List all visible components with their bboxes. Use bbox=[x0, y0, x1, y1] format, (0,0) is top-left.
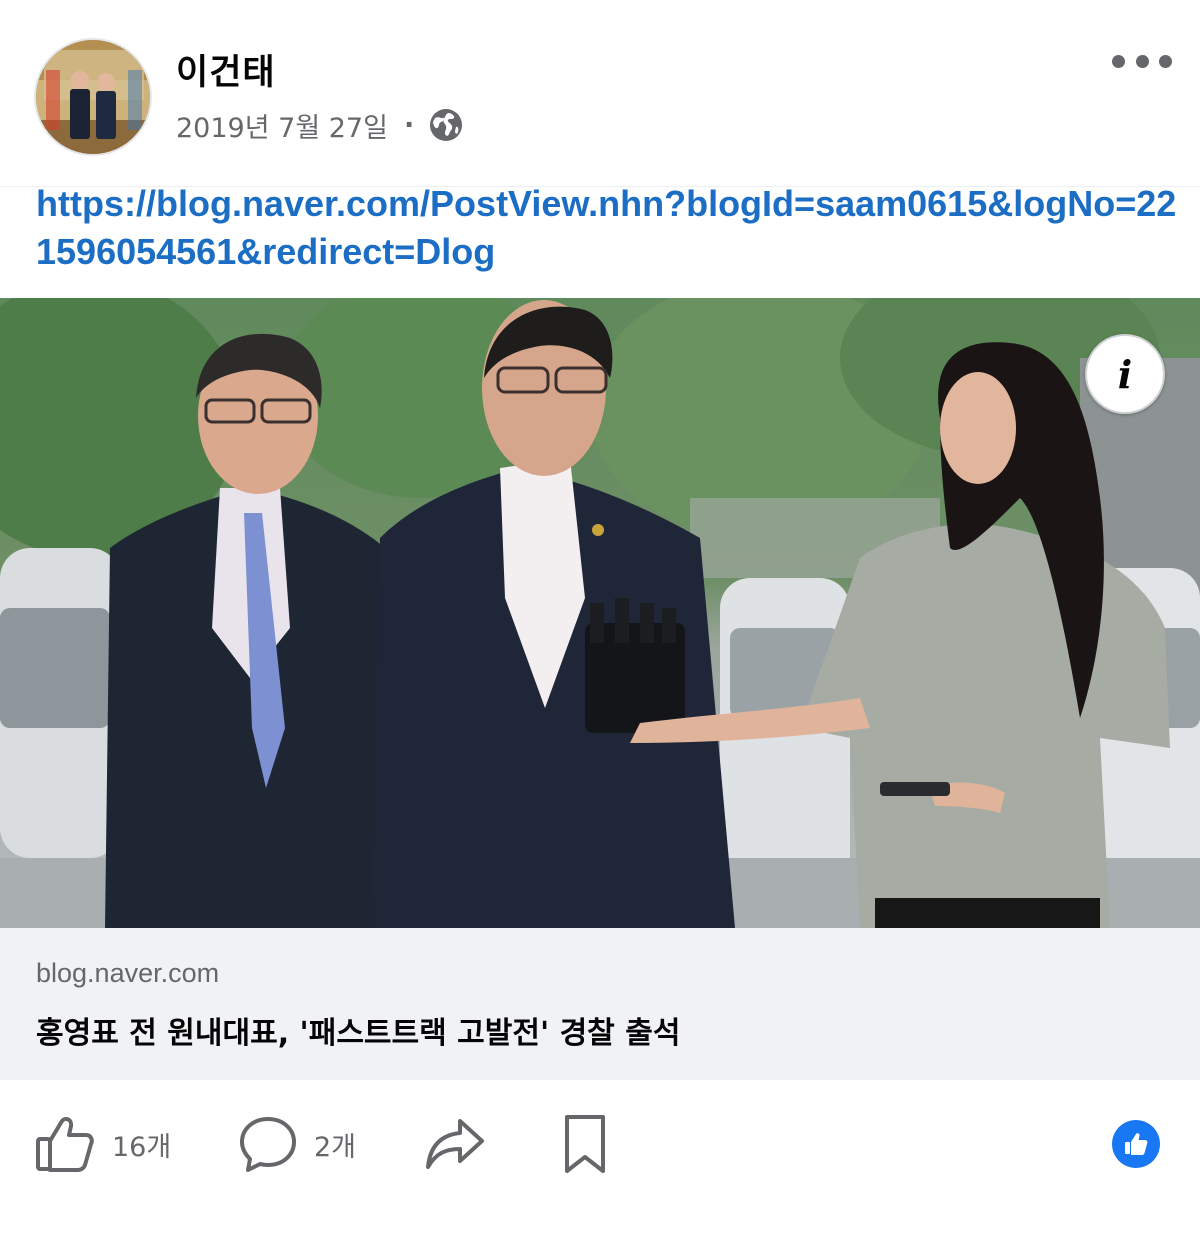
thumbs-up-icon bbox=[36, 1116, 94, 1172]
post-header: 이건태 2019년 7월 27일 · bbox=[0, 0, 1200, 186]
share-button[interactable] bbox=[424, 1112, 486, 1176]
preview-image[interactable] bbox=[0, 298, 1200, 928]
like-count: 16개 bbox=[112, 1131, 172, 1163]
like-reaction-icon[interactable] bbox=[1112, 1120, 1160, 1168]
author-avatar[interactable] bbox=[34, 38, 152, 156]
preview-footer[interactable]: blog.naver.com 홍영표 전 원내대표, '패스트트랙 고발전' 경… bbox=[0, 928, 1200, 1080]
share-arrow-icon bbox=[426, 1119, 484, 1169]
post-date[interactable]: 2019년 7월 27일 bbox=[176, 106, 388, 145]
link-preview-card[interactable]: i blog.naver.com 홍영표 전 원내대표, '패스트트랙 고발전'… bbox=[0, 298, 1200, 1080]
save-button[interactable] bbox=[560, 1112, 610, 1176]
preview-domain: blog.naver.com bbox=[36, 958, 220, 988]
more-dot bbox=[1159, 54, 1172, 68]
post-link[interactable]: https://blog.naver.com/PostView.nhn?blog… bbox=[36, 180, 1186, 276]
news-photo bbox=[0, 298, 1200, 928]
avatar-photo bbox=[36, 40, 150, 154]
comment-bubble-icon bbox=[240, 1117, 296, 1172]
author-name[interactable]: 이건태 bbox=[176, 44, 276, 95]
post-meta: 2019년 7월 27일 · bbox=[176, 104, 464, 146]
info-button[interactable]: i bbox=[1085, 334, 1165, 414]
preview-title: 홍영표 전 원내대표, '패스트트랙 고발전' 경찰 출석 bbox=[36, 1016, 681, 1051]
like-button[interactable]: 16개 bbox=[34, 1112, 171, 1176]
info-icon: i bbox=[1117, 351, 1133, 397]
meta-separator: · bbox=[403, 109, 415, 141]
comment-button[interactable]: 2개 bbox=[238, 1112, 356, 1176]
comment-count: 2개 bbox=[314, 1131, 357, 1163]
thumbs-up-icon bbox=[1125, 1133, 1148, 1155]
globe-icon bbox=[430, 109, 463, 141]
action-bar: 16개 2개 bbox=[0, 1090, 1200, 1200]
more-options-button[interactable] bbox=[1112, 46, 1172, 76]
more-dot bbox=[1135, 54, 1149, 68]
more-horizontal-icon bbox=[1112, 54, 1125, 68]
bookmark-icon bbox=[565, 1115, 605, 1173]
